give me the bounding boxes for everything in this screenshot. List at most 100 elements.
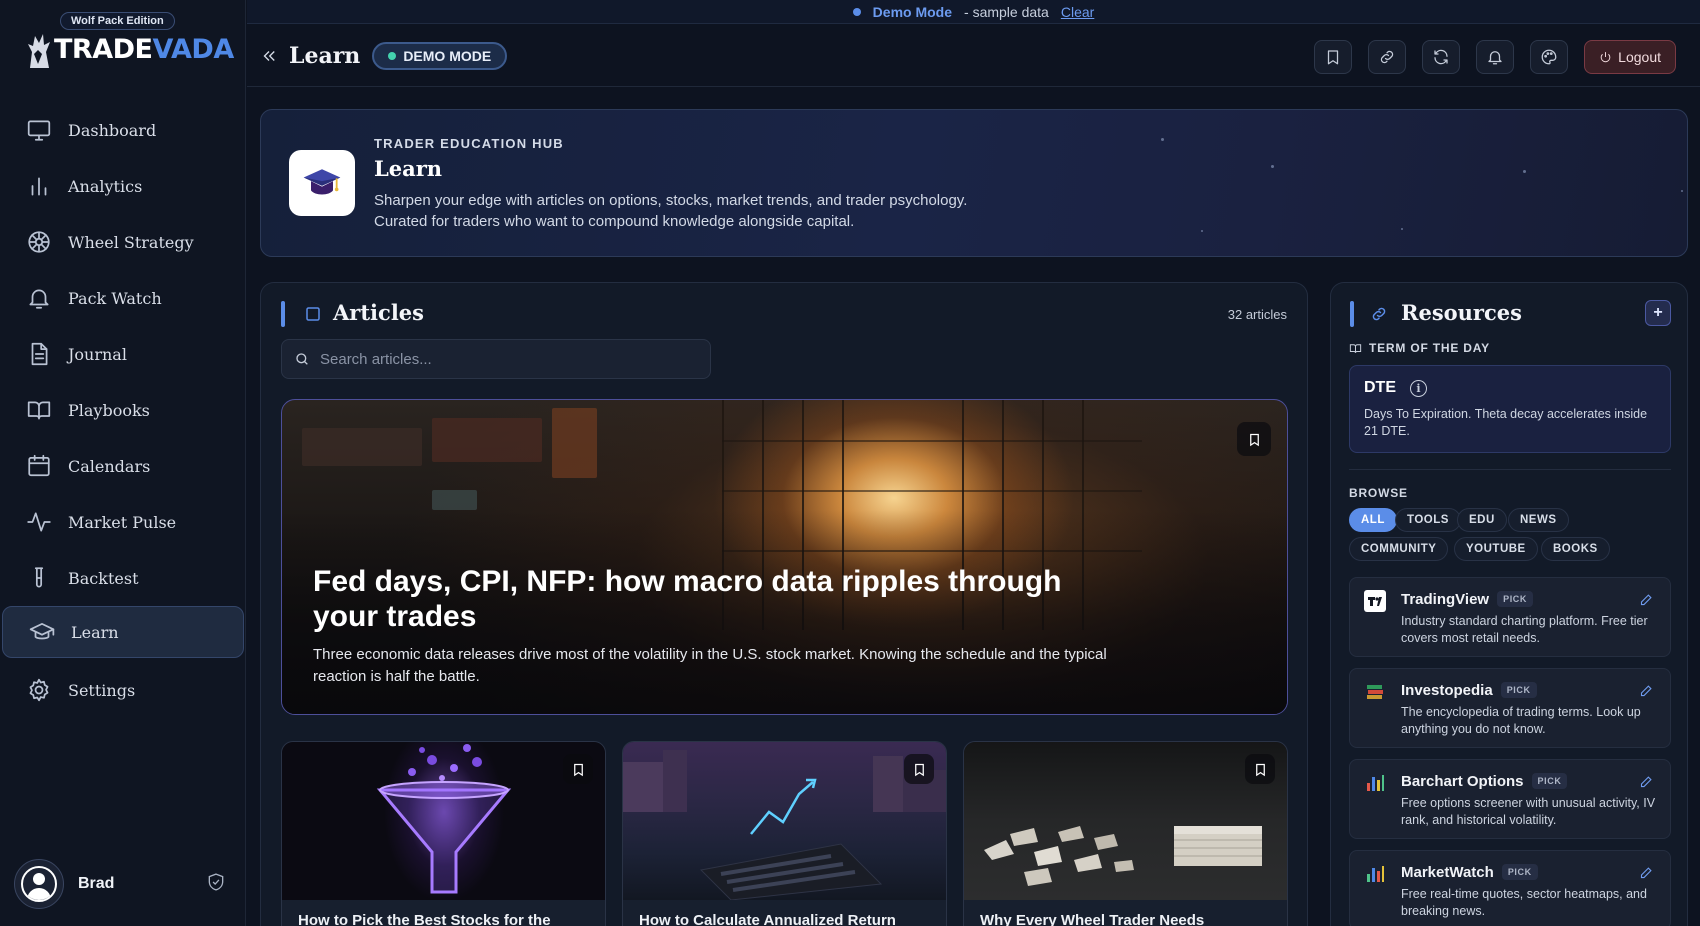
document-icon xyxy=(26,341,52,367)
sidebar-item-wheel-strategy[interactable]: Wheel Strategy xyxy=(0,216,246,268)
page-title: Learn xyxy=(289,42,361,69)
bar-chart-icon xyxy=(1367,866,1384,882)
sidebar-item-pack-watch[interactable]: Pack Watch xyxy=(0,272,246,324)
filter-chip-community[interactable]: COMMUNITY xyxy=(1349,537,1449,561)
resources-panel: Resources + TERM OF THE DAY DTE i Days T… xyxy=(1330,282,1688,926)
sidebar-item-learn[interactable]: Learn xyxy=(2,606,244,658)
filter-chip-tools[interactable]: TOOLS xyxy=(1395,508,1461,532)
sidebar-item-analytics[interactable]: Analytics xyxy=(0,160,246,212)
term-definition: Days To Expiration. Theta decay accelera… xyxy=(1364,407,1648,438)
bookmark-icon xyxy=(573,763,583,776)
resource-description: The encyclopedia of trading terms. Look … xyxy=(1401,705,1641,736)
edit-icon[interactable] xyxy=(1639,774,1654,794)
sidebar-item-label: Calendars xyxy=(68,456,151,476)
divider xyxy=(1349,469,1671,470)
user-icon xyxy=(21,866,57,902)
filter-chip-youtube[interactable]: YOUTUBE xyxy=(1454,537,1538,561)
resource-name-text: TradingView xyxy=(1401,591,1490,608)
filter-chip-news[interactable]: NEWS xyxy=(1508,508,1569,532)
test-tube-icon xyxy=(26,565,52,591)
avatar[interactable] xyxy=(14,859,64,909)
filter-chip-all[interactable]: ALL xyxy=(1349,508,1397,532)
calculator-illustration xyxy=(623,750,946,901)
search-input[interactable] xyxy=(320,350,700,368)
bookmark-icon xyxy=(1328,50,1339,65)
resource-name-text: Investopedia xyxy=(1401,682,1493,699)
theme-button[interactable] xyxy=(1530,40,1569,74)
wheel-icon xyxy=(26,229,52,255)
article-icon xyxy=(304,305,322,323)
bookmark-button[interactable] xyxy=(904,754,934,784)
pick-badge: PICK xyxy=(1500,682,1537,698)
header-actions: Logout xyxy=(1298,40,1676,74)
sidebar-item-label: Market Pulse xyxy=(68,512,177,532)
clear-demo-link[interactable]: Clear xyxy=(1061,4,1094,20)
books-stack-icon xyxy=(1367,685,1383,699)
status-dot xyxy=(388,51,397,60)
info-icon[interactable]: i xyxy=(1410,380,1427,397)
resource-item[interactable]: Investopedia PICK The encyclopedia of tra… xyxy=(1349,668,1671,748)
article-card-title: How to Calculate Annualized Return xyxy=(639,912,896,926)
article-search[interactable] xyxy=(281,339,711,379)
logout-button[interactable]: Logout xyxy=(1584,40,1676,74)
sidebar-item-market-pulse[interactable]: Market Pulse xyxy=(0,496,246,548)
sidebar-item-dashboard[interactable]: Dashboard xyxy=(0,104,246,156)
articles-title: Articles xyxy=(333,300,424,325)
demo-mode-banner: Demo Mode - sample data Clear xyxy=(247,0,1700,24)
filter-chip-books[interactable]: BOOKS xyxy=(1541,537,1610,561)
bookmark-button[interactable] xyxy=(1245,754,1275,784)
bell-icon xyxy=(26,285,52,311)
articles-panel: Articles 32 articles Fed days, CPI, NFP:… xyxy=(260,282,1308,926)
bookmark-icon xyxy=(1255,763,1265,776)
sidebar-item-settings[interactable]: Settings xyxy=(0,664,246,716)
brand-name: TRADEVADA xyxy=(54,34,234,65)
featured-article[interactable]: Fed days, CPI, NFP: how macro data rippl… xyxy=(281,399,1288,715)
notifications-button[interactable] xyxy=(1476,40,1515,74)
resource-item[interactable]: TradingView PICK Industry standard charti… xyxy=(1349,577,1671,657)
links-button[interactable] xyxy=(1368,40,1407,74)
graduation-cap-icon xyxy=(29,619,55,645)
article-card[interactable]: How to Pick the Best Stocks for the xyxy=(281,741,606,926)
term-name: DTE xyxy=(1364,379,1396,396)
filter-chip-edu[interactable]: EDU xyxy=(1457,508,1507,532)
edit-icon[interactable] xyxy=(1639,865,1654,885)
pulse-icon xyxy=(26,509,52,535)
sidebar-item-journal[interactable]: Journal xyxy=(0,328,246,380)
bookmark-button[interactable] xyxy=(563,754,593,784)
sidebar-item-backtest[interactable]: Backtest xyxy=(0,552,246,604)
refresh-button[interactable] xyxy=(1422,40,1461,74)
resource-name: TradingView PICK xyxy=(1401,591,1533,608)
collapse-sidebar-button[interactable] xyxy=(257,44,281,68)
bookmarks-button[interactable] xyxy=(1314,40,1353,74)
calendar-icon xyxy=(26,453,52,479)
resource-item[interactable]: MarketWatch PICK Free real-time quotes, s… xyxy=(1349,850,1671,926)
article-card[interactable]: How to Calculate Annualized Return xyxy=(622,741,947,926)
bookmark-button[interactable] xyxy=(1237,422,1271,456)
resource-name: Barchart Options PICK xyxy=(1401,773,1568,790)
link-icon xyxy=(1381,50,1394,64)
sidebar-item-label: Settings xyxy=(68,680,136,700)
article-card[interactable]: Why Every Wheel Trader Needs xyxy=(963,741,1288,926)
resource-item[interactable]: Barchart Options PICK Free options screen… xyxy=(1349,759,1671,839)
sidebar-item-calendars[interactable]: Calendars xyxy=(0,440,246,492)
shield-check-icon[interactable] xyxy=(206,872,226,897)
education-hero: TRADER EDUCATION HUB Learn Sharpen your … xyxy=(260,109,1688,257)
add-resource-button[interactable]: + xyxy=(1645,300,1671,326)
user-profile[interactable]: Brad xyxy=(14,858,226,910)
edit-icon[interactable] xyxy=(1639,683,1654,703)
sidebar-item-label: Playbooks xyxy=(68,400,150,420)
edit-icon[interactable] xyxy=(1639,592,1654,612)
brand-logo[interactable]: Wolf Pack Edition TRADEVADA xyxy=(22,12,234,72)
resource-name: MarketWatch PICK xyxy=(1401,864,1538,881)
sidebar-item-playbooks[interactable]: Playbooks xyxy=(0,384,246,436)
palette-icon xyxy=(1541,49,1557,65)
term-card: DTE i Days To Expiration. Theta decay ac… xyxy=(1349,365,1671,453)
tradingview-logo-icon xyxy=(1364,590,1386,612)
edition-badge: Wolf Pack Edition xyxy=(60,12,175,30)
bookmark-icon xyxy=(1249,433,1259,446)
bell-icon xyxy=(1488,51,1502,65)
article-card-title: Why Every Wheel Trader Needs xyxy=(980,912,1205,926)
resource-name-text: Barchart Options xyxy=(1401,773,1524,790)
user-name: Brad xyxy=(78,875,115,892)
sidebar: Wolf Pack Edition TRADEVADA Dashboard An… xyxy=(0,0,246,926)
